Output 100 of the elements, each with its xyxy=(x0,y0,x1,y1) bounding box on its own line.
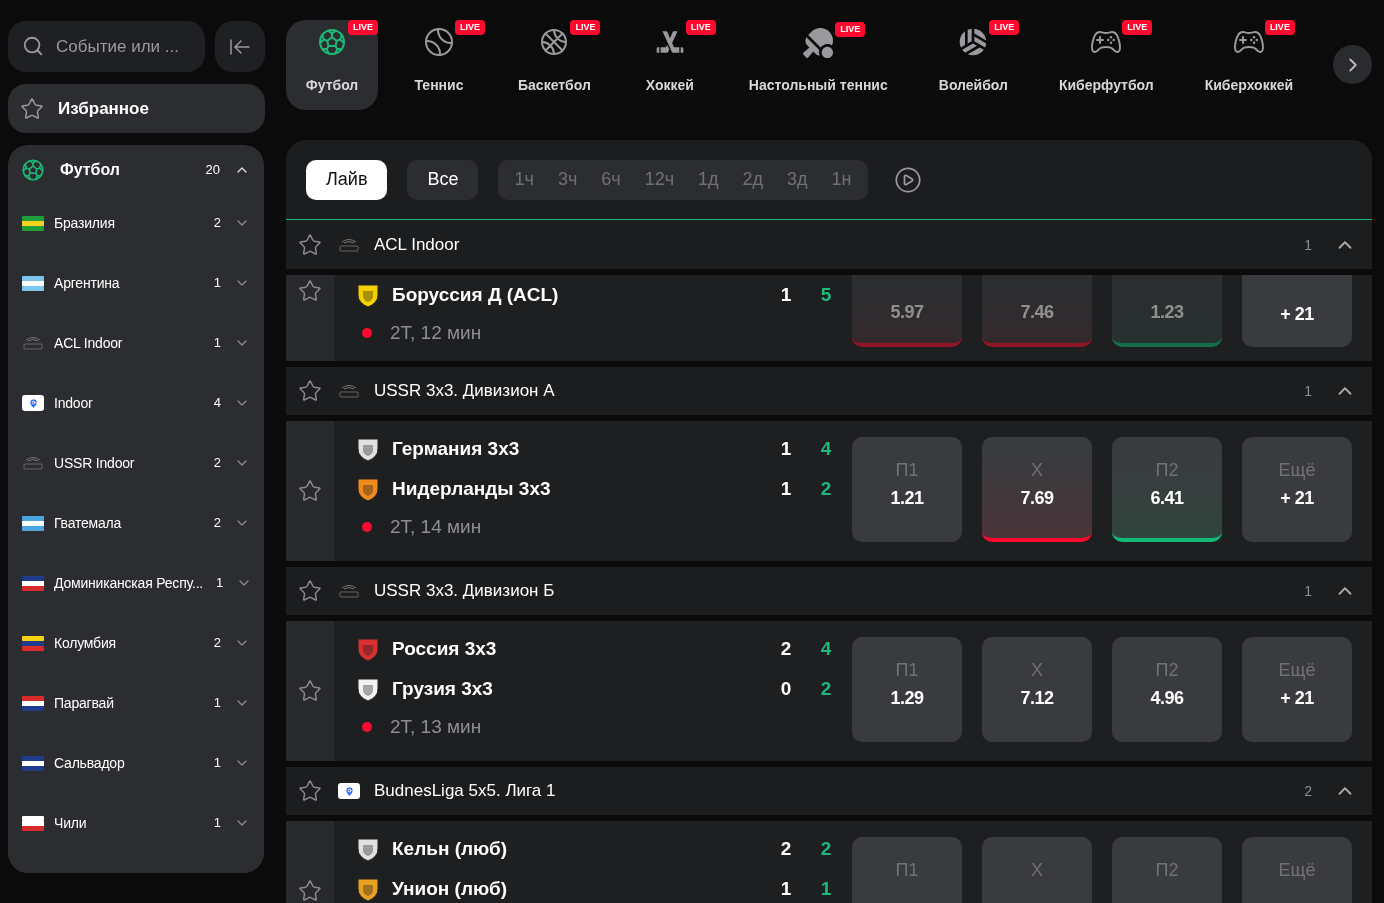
live-dot-icon xyxy=(362,722,372,732)
team-score: 2 xyxy=(779,636,793,661)
sidebar-item[interactable]: Парагвай 1 xyxy=(8,673,264,733)
search-field[interactable]: Событие или ... xyxy=(8,21,205,72)
match-time: 2Т, 14 мин xyxy=(390,514,482,539)
sidebar-item[interactable]: Бразилия 2 xyxy=(8,193,264,253)
next-arrow-button[interactable] xyxy=(1333,45,1372,84)
sidebar-item[interactable]: Гватемала 2 xyxy=(8,493,264,553)
star-icon xyxy=(20,96,44,121)
sidebar-item[interactable]: Чили 1 xyxy=(8,793,264,853)
sidebar-item[interactable]: Колумбия 2 xyxy=(8,613,264,673)
odds-button[interactable]: Ещё + 21 xyxy=(1242,437,1352,542)
paddle-icon xyxy=(803,28,834,58)
team-name: Грузия 3x3 xyxy=(392,676,494,701)
sport-tab[interactable]: LIVE Баскетбол xyxy=(500,20,609,110)
sidebar-item[interactable]: USSR Indoor 2 xyxy=(8,433,264,493)
sport-tab[interactable]: LIVE Хоккей xyxy=(623,20,716,110)
item-name: USSR Indoor xyxy=(54,453,136,473)
sport-tab[interactable]: LIVE Футбол xyxy=(286,20,378,110)
odds-button[interactable]: Ещё + 21 xyxy=(1242,637,1352,742)
league-header[interactable]: BudnesLiga 5x5. Лига 1 2 xyxy=(286,767,1372,815)
live-badge: LIVE xyxy=(455,20,485,35)
favorite-star-icon[interactable] xyxy=(298,779,322,803)
live-badge: LIVE xyxy=(685,20,716,35)
league-name: USSR 3x3. Дивизион А xyxy=(374,380,556,403)
team-name: Россия 3x3 xyxy=(392,636,498,661)
league-logo-icon xyxy=(21,455,45,471)
filter-tab[interactable]: Все xyxy=(407,159,479,200)
live-dot-icon xyxy=(362,328,372,338)
item-name: Гватемала xyxy=(54,513,123,533)
item-count: 1 xyxy=(213,334,221,353)
favorite-star-icon[interactable] xyxy=(298,579,322,603)
sidebar-item[interactable]: Сальвадор 1 xyxy=(8,733,264,793)
event-count: 2 xyxy=(1304,781,1312,801)
sidebar-item[interactable]: Доминиканская Респу... 1 xyxy=(8,553,264,613)
sidebar-item[interactable]: ACL Indoor 1 xyxy=(8,313,264,373)
league-logo-icon xyxy=(337,383,361,399)
team-name: Нидерланды 3x3 xyxy=(392,476,552,501)
team-name: Унион (люб) xyxy=(392,876,509,901)
favorite-star-icon[interactable] xyxy=(298,233,322,257)
favorite-star-icon[interactable] xyxy=(298,679,322,703)
favorite-star-icon[interactable] xyxy=(298,379,322,403)
sidebar-item[interactable]: Аргентина 1 xyxy=(8,253,264,313)
team-score: 0 xyxy=(779,676,793,701)
sport-tab[interactable]: LIVE Киберхоккей xyxy=(1186,20,1312,110)
flag-icon xyxy=(22,215,44,231)
flag-icon xyxy=(22,815,44,831)
soccer-ball-icon xyxy=(20,157,46,183)
sport-header[interactable]: Футбол 20 xyxy=(8,147,264,193)
league-logo-icon xyxy=(337,237,361,253)
league-header[interactable]: USSR 3x3. Дивизион Б 1 xyxy=(286,567,1372,615)
odds-button[interactable]: П1 1.21 xyxy=(852,437,962,542)
item-count: 2 xyxy=(213,514,221,533)
current-score: 1 xyxy=(819,876,833,901)
soccer-ball-icon xyxy=(316,26,348,58)
match-time: 2Т, 12 мин xyxy=(390,320,482,345)
odds-button[interactable]: П2 4.96 xyxy=(1112,637,1222,742)
favorites-button[interactable]: Избранное xyxy=(8,84,265,133)
odds-button[interactable]: П1 1.29 xyxy=(852,637,962,742)
event-count: 1 xyxy=(1304,235,1312,255)
event-card[interactable]: Кельн (люб) 2 2 Унион (люб) 1 1 П1 X П2 Ещё xyxy=(286,821,1372,903)
odds-button[interactable]: П2 6.41 xyxy=(1112,437,1222,542)
team-score: 1 xyxy=(779,476,793,501)
filter-tab[interactable]: Лайв xyxy=(306,159,388,200)
item-count: 1 xyxy=(216,574,224,593)
event-count: 1 xyxy=(1304,381,1312,401)
league-header[interactable]: ACL Indoor 1 xyxy=(286,221,1372,269)
flag-icon xyxy=(22,695,44,711)
collapse-sidebar-button[interactable] xyxy=(215,21,265,72)
map-pin-icon xyxy=(22,395,44,411)
tennis-ball-icon xyxy=(423,26,455,58)
league-logo-icon xyxy=(337,583,361,599)
sport-tab[interactable]: LIVE Киберфутбол xyxy=(1040,20,1172,110)
odds-button[interactable]: X 7.69 xyxy=(982,437,1092,542)
item-count: 1 xyxy=(213,814,221,833)
sport-tab[interactable]: LIVE Волейбол xyxy=(920,20,1026,110)
item-name: Indoor xyxy=(54,393,94,413)
league-header[interactable]: USSR 3x3. Дивизион А 1 xyxy=(286,367,1372,415)
sport-tab[interactable]: LIVE Теннис xyxy=(393,20,485,110)
item-count: 4 xyxy=(213,394,221,413)
league-logo-icon xyxy=(21,335,45,351)
favorite-star-icon[interactable] xyxy=(298,479,322,503)
sidebar-item[interactable]: Indoor 4 xyxy=(8,373,264,433)
current-score: 4 xyxy=(819,636,833,661)
item-name: Бразилия xyxy=(54,213,116,233)
odds-button[interactable]: + 21 xyxy=(1242,275,1352,347)
event-card[interactable]: Боруссия Д (ACL) 1 5 2Т, 12 мин 5.97 7.46 1.23 + 21 xyxy=(286,275,1372,361)
item-count: 1 xyxy=(213,274,221,293)
sport-tab[interactable]: LIVE Настольный теннис xyxy=(730,20,906,110)
favorite-star-icon[interactable] xyxy=(298,879,322,903)
current-score: 4 xyxy=(819,436,833,461)
item-count: 1 xyxy=(213,754,221,773)
current-score: 2 xyxy=(819,476,833,501)
video-play-icon[interactable] xyxy=(893,165,922,194)
event-card[interactable]: Россия 3x3 2 4 Грузия 3x3 0 2 2Т, 13 мин П1 1.29 X 7.12 П2 4.96 Ещё + 21 xyxy=(286,621,1372,761)
current-score: 2 xyxy=(819,676,833,701)
live-badge: LIVE xyxy=(348,20,378,35)
event-card[interactable]: Германия 3x3 1 4 Нидерланды 3x3 1 2 2Т, 14 мин П1 1.21 X 7.69 П2 6.41 Ещё + 21 xyxy=(286,421,1372,561)
favorite-star-icon[interactable] xyxy=(298,279,322,303)
odds-button[interactable]: X 7.12 xyxy=(982,637,1092,742)
